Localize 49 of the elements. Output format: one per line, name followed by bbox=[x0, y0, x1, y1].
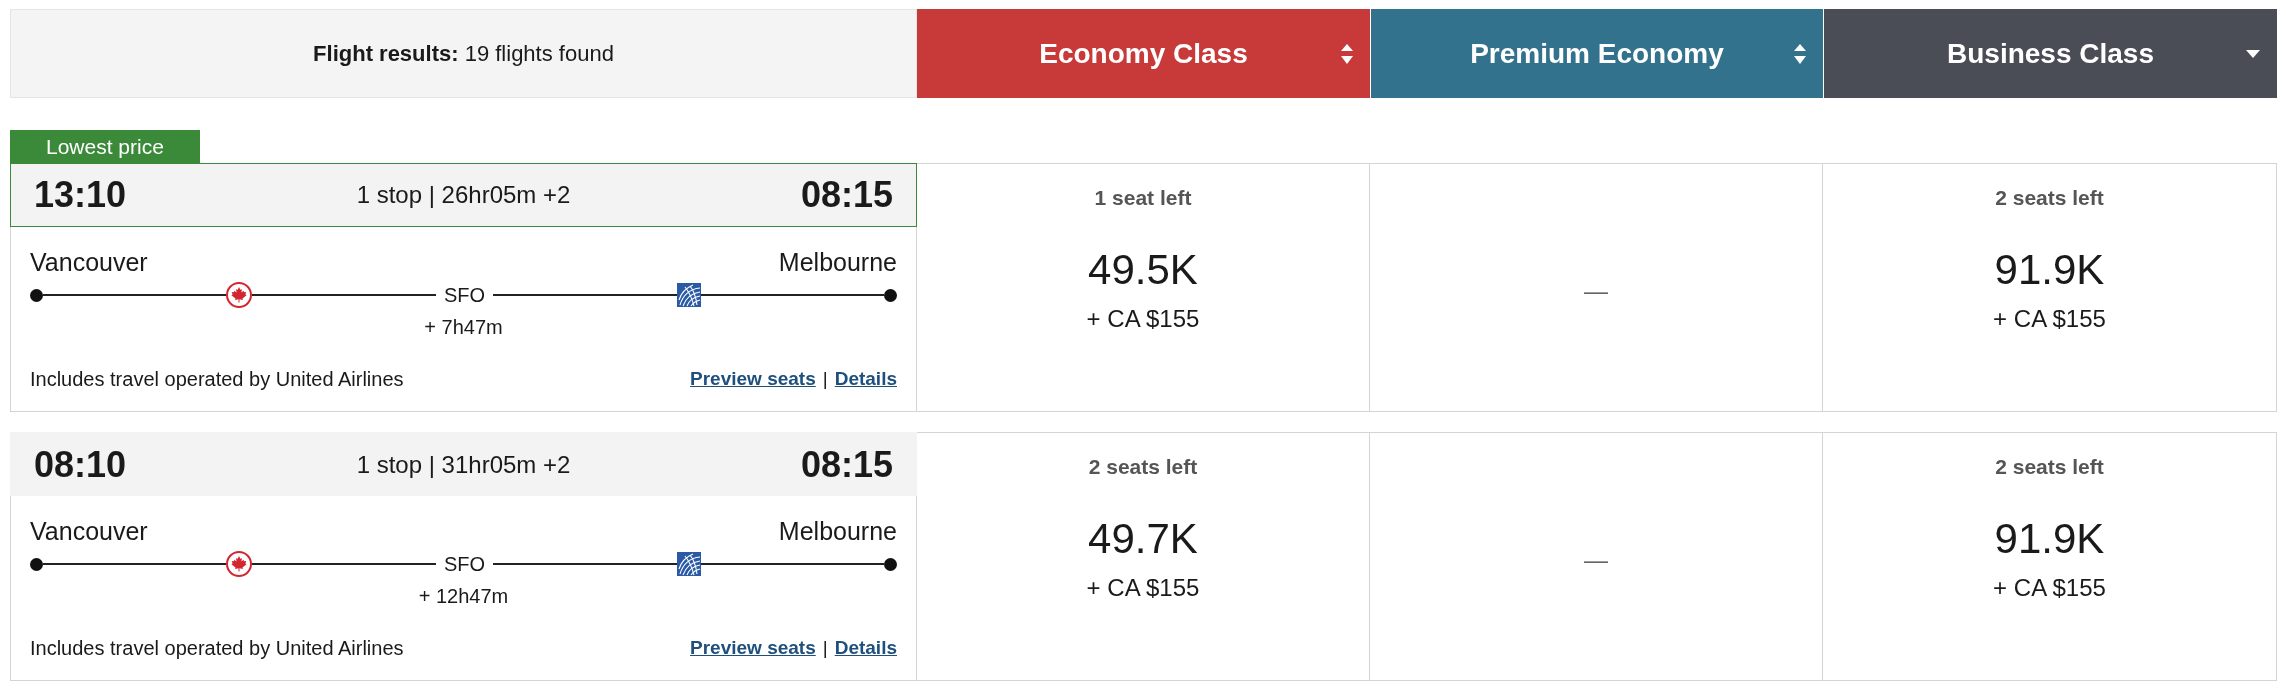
preview-seats-link[interactable]: Preview seats bbox=[690, 636, 816, 660]
maple-leaf-icon bbox=[226, 282, 253, 308]
fare-taxes: + CA $155 bbox=[1993, 573, 2106, 603]
link-separator: | bbox=[822, 636, 828, 660]
dot-icon bbox=[884, 288, 897, 302]
globe-icon bbox=[676, 283, 701, 307]
stop-airport: SFO bbox=[442, 552, 487, 576]
maple-leaf-icon bbox=[226, 551, 253, 577]
arrival-time: 08:15 bbox=[800, 174, 893, 216]
unavailable-dash: — bbox=[1584, 276, 1608, 305]
cabin-column-button[interactable]: Premium Economy bbox=[1370, 9, 1823, 98]
layover-duration: + 7h47m bbox=[424, 315, 503, 339]
fare-taxes: + CA $155 bbox=[1086, 573, 1200, 603]
operator-note: Includes travel operated by United Airlines bbox=[30, 367, 404, 391]
origin-city: Vancouver bbox=[30, 247, 148, 277]
fare-taxes: + CA $155 bbox=[1993, 304, 2106, 334]
operator-note: Includes travel operated by United Airlines bbox=[30, 636, 404, 660]
fare-points: 91.9K bbox=[1994, 245, 2105, 295]
fare-taxes: + CA $155 bbox=[1086, 304, 1200, 334]
layover-duration: + 12h47m bbox=[418, 584, 509, 608]
departure-time: 08:10 bbox=[34, 443, 127, 486]
fare-points: 91.9K bbox=[1994, 514, 2105, 564]
fare-points: 49.5K bbox=[1088, 245, 1198, 295]
dot-icon bbox=[884, 557, 897, 571]
details-link[interactable]: Details bbox=[834, 636, 897, 660]
stop-airport: SFO bbox=[442, 283, 487, 307]
dot-icon bbox=[30, 557, 43, 571]
destination-city: Melbourne bbox=[778, 247, 897, 277]
departure-time: 13:10 bbox=[34, 174, 127, 216]
seats-left: 2 seats left bbox=[1995, 455, 2104, 479]
seats-left: 2 seats left bbox=[1995, 186, 2104, 210]
cabin-column-button[interactable]: Economy Class bbox=[917, 9, 1370, 98]
arrival-time: 08:15 bbox=[800, 443, 893, 486]
destination-city: Melbourne bbox=[778, 516, 897, 546]
globe-icon bbox=[676, 552, 701, 576]
lowest-price-badge: Lowest price bbox=[10, 130, 200, 163]
results-summary-bar: Flight results: 19 flights found bbox=[10, 9, 917, 98]
details-link[interactable]: Details bbox=[834, 367, 897, 391]
origin-city: Vancouver bbox=[30, 516, 148, 546]
unavailable-dash: — bbox=[1584, 545, 1608, 574]
seats-left: 1 seat left bbox=[1094, 186, 1192, 210]
trip-summary: 1 stop | 31hr05m +2 bbox=[356, 449, 571, 480]
dot-icon bbox=[30, 288, 43, 302]
fare-points: 49.7K bbox=[1088, 514, 1198, 564]
cabin-column-button[interactable]: Business Class bbox=[1823, 9, 2277, 98]
trip-summary: 1 stop | 26hr05m +2 bbox=[356, 180, 571, 210]
preview-seats-link[interactable]: Preview seats bbox=[690, 367, 816, 391]
link-separator: | bbox=[822, 367, 828, 391]
seats-left: 2 seats left bbox=[1088, 455, 1198, 479]
